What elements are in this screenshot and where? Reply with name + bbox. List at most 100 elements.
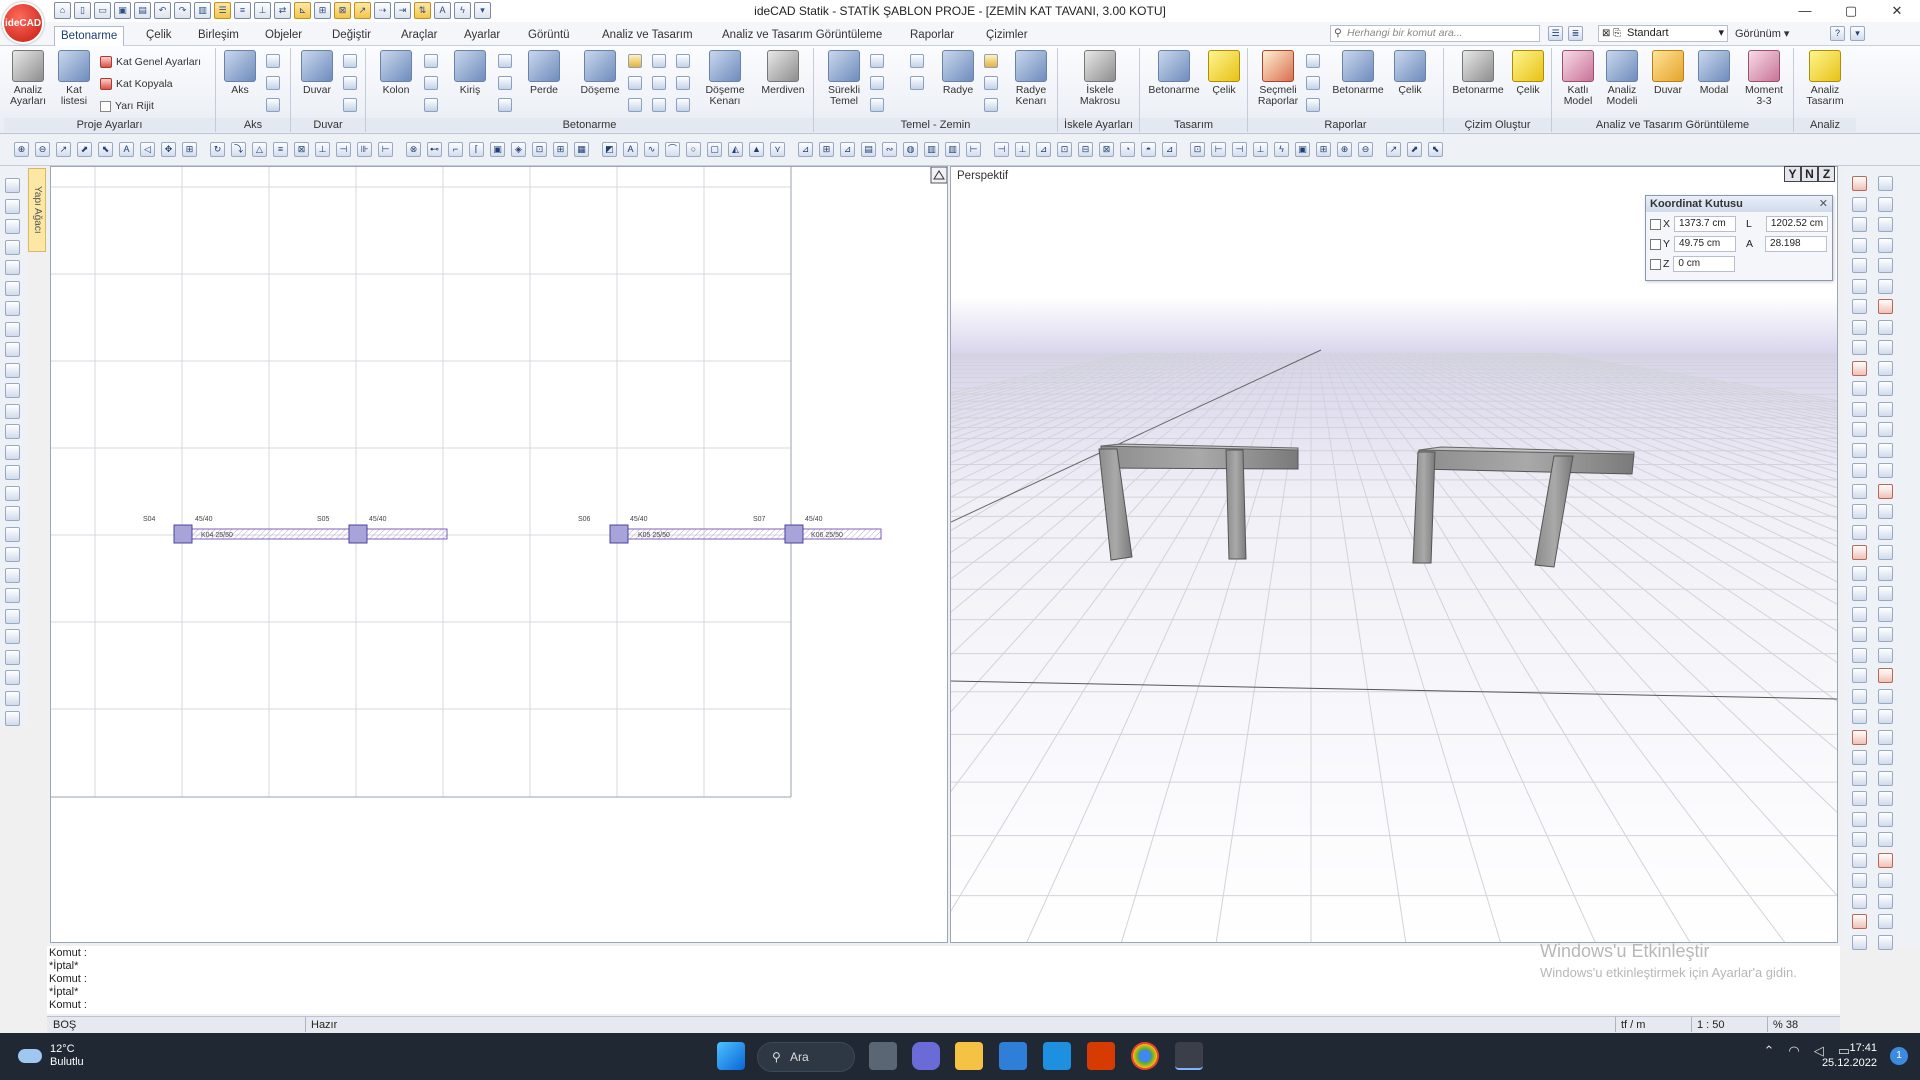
side-tool-icon[interactable] [1878,524,1893,540]
kat-kopyala-button[interactable]: Kat Kopyala [100,78,173,90]
column-s06[interactable] [609,524,629,544]
close-icon[interactable]: ✕ [1819,196,1828,212]
tab-objeler[interactable]: Objeler [259,26,308,46]
view-n-button[interactable]: N [1801,166,1818,182]
raft-grid-icon[interactable] [984,76,998,90]
side-tool-icon[interactable] [5,219,20,234]
taskbar-search[interactable]: ⚲ Ara [757,1042,855,1072]
a-field[interactable]: 28.198 [1765,236,1828,252]
slab-opening-icon[interactable] [676,76,690,90]
side-tool-icon[interactable] [1852,299,1867,314]
toolbar-tool-icon[interactable]: ↗ [1386,142,1401,157]
side-tool-icon[interactable] [1878,893,1893,909]
chrome-icon[interactable] [1131,1042,1159,1070]
store-icon[interactable] [999,1042,1027,1070]
axis-tool-icon[interactable] [266,54,280,68]
toolbar-tool-icon[interactable]: ⊞ [1316,142,1331,157]
toolbar-tool-icon[interactable]: A [119,142,134,157]
toolbar-tool-icon[interactable]: ⊣ [336,142,351,157]
slab-ramp-icon[interactable] [676,54,690,68]
slab-lines-icon[interactable] [652,54,666,68]
side-tool-icon[interactable] [5,239,20,255]
analiz-tasarim-button[interactable]: Analiz Tasarım [1802,50,1848,107]
l-field[interactable]: 1202.52 cm [1765,216,1828,232]
toolbar-tool-icon[interactable]: ⌐ [448,142,463,157]
toolbar-tool-icon[interactable]: ✥ [161,142,176,157]
tab-cizimler[interactable]: Çizimler [980,26,1034,46]
side-tool-icon[interactable] [1852,401,1867,417]
toolbar-tool-icon[interactable]: A [623,142,638,157]
taskbar-clock[interactable]: 17:41 25.12.2022 [1822,1041,1877,1071]
toolbar-tool-icon[interactable]: ⬈ [1407,142,1422,157]
side-tool-icon[interactable] [1852,914,1867,929]
toolbar-tool-icon[interactable]: ⊿ [1036,142,1051,157]
side-tool-icon[interactable] [1852,483,1867,499]
side-tool-icon[interactable] [1852,729,1867,745]
toolbar-tool-icon[interactable]: ↗ [56,142,71,157]
toolbar-tool-icon[interactable]: ⊣ [1232,142,1247,157]
side-tool-icon[interactable] [5,383,20,398]
view-menu[interactable]: Görünüm ▾ [1735,27,1789,40]
side-tool-icon[interactable] [1878,627,1893,642]
side-tool-icon[interactable] [1852,176,1867,191]
kolon-button[interactable]: Kolon [376,50,416,96]
report-list-icon[interactable] [1306,54,1320,68]
tab-betonarme[interactable]: Betonarme [54,26,125,46]
pile-icon[interactable] [870,54,884,68]
toolbar-tool-icon[interactable]: ⊢ [378,142,393,157]
side-tool-icon[interactable] [1852,278,1867,294]
side-tool-icon[interactable] [1878,586,1893,601]
side-tool-icon[interactable] [1852,647,1867,663]
slab-corner-icon[interactable] [628,98,642,112]
toolbar-tool-icon[interactable]: ⊪ [357,142,372,157]
side-tool-icon[interactable] [5,608,20,624]
side-tool-icon[interactable] [1852,811,1867,827]
side-tool-icon[interactable] [1878,750,1893,765]
toolbar-tool-icon[interactable]: ⊥ [1015,142,1030,157]
wall-tool-icon[interactable] [343,54,357,68]
cizim-celik-button[interactable]: Çelik [1508,50,1548,96]
cizim-betonarme-button[interactable]: Betonarme [1450,50,1506,96]
toolbar-tool-icon[interactable]: ↻ [210,142,225,157]
axis-line-icon[interactable] [266,98,280,112]
checkbox[interactable] [100,100,111,112]
side-tool-icon[interactable] [5,198,20,214]
side-tool-icon[interactable] [5,465,20,480]
slab-tool-icon[interactable] [628,54,642,68]
perspective-view[interactable]: Perspektif [950,166,1838,943]
tab-analiz-tasarim[interactable]: Analiz ve Tasarım [596,26,699,46]
toolbar-tool-icon[interactable]: ▤ [861,142,876,157]
yari-rijit-checkbox[interactable]: Yarı Rijit [100,100,154,112]
side-tool-icon[interactable] [5,424,20,439]
side-tool-icon[interactable] [1878,545,1893,560]
side-tool-icon[interactable] [1878,647,1893,663]
footing-pad-icon[interactable] [910,76,924,90]
side-tool-icon[interactable] [1852,770,1867,786]
side-tool-icon[interactable] [1852,237,1867,253]
side-tool-icon[interactable] [1878,237,1893,253]
lock-y-checkbox[interactable] [1650,238,1661,250]
side-tool-icon[interactable] [1878,442,1893,458]
toolbar-tool-icon[interactable]: ◩ [602,142,617,157]
pile-group-icon[interactable] [870,76,884,90]
toolbar-tool-icon[interactable]: ▣ [1295,142,1310,157]
tab-ayarlar[interactable]: Ayarlar [458,26,506,46]
side-tool-icon[interactable] [1852,504,1867,519]
toolbar-tool-icon[interactable]: ⊖ [35,142,50,157]
task-view-icon[interactable] [869,1042,897,1070]
view-z-button[interactable]: Z [1818,166,1835,182]
side-tool-icon[interactable] [1852,524,1867,540]
toolbar-tool-icon[interactable]: ◁ [140,142,155,157]
raft-tool-icon[interactable] [984,54,998,68]
side-tool-icon[interactable] [1878,401,1893,417]
toolbar-tool-icon[interactable]: ⊕ [1337,142,1352,157]
side-tool-icon[interactable] [5,485,20,501]
report-print-icon[interactable] [1306,98,1320,112]
toolbar-tool-icon[interactable]: ▦ [574,142,589,157]
side-tool-icon[interactable] [1878,709,1893,724]
toolbar-tool-icon[interactable]: ⊡ [532,142,547,157]
tab-goruntu[interactable]: Görüntü [522,26,576,46]
side-tool-icon[interactable] [5,711,20,726]
radye-button[interactable]: Radye [938,50,978,96]
side-tool-icon[interactable] [1878,914,1893,929]
